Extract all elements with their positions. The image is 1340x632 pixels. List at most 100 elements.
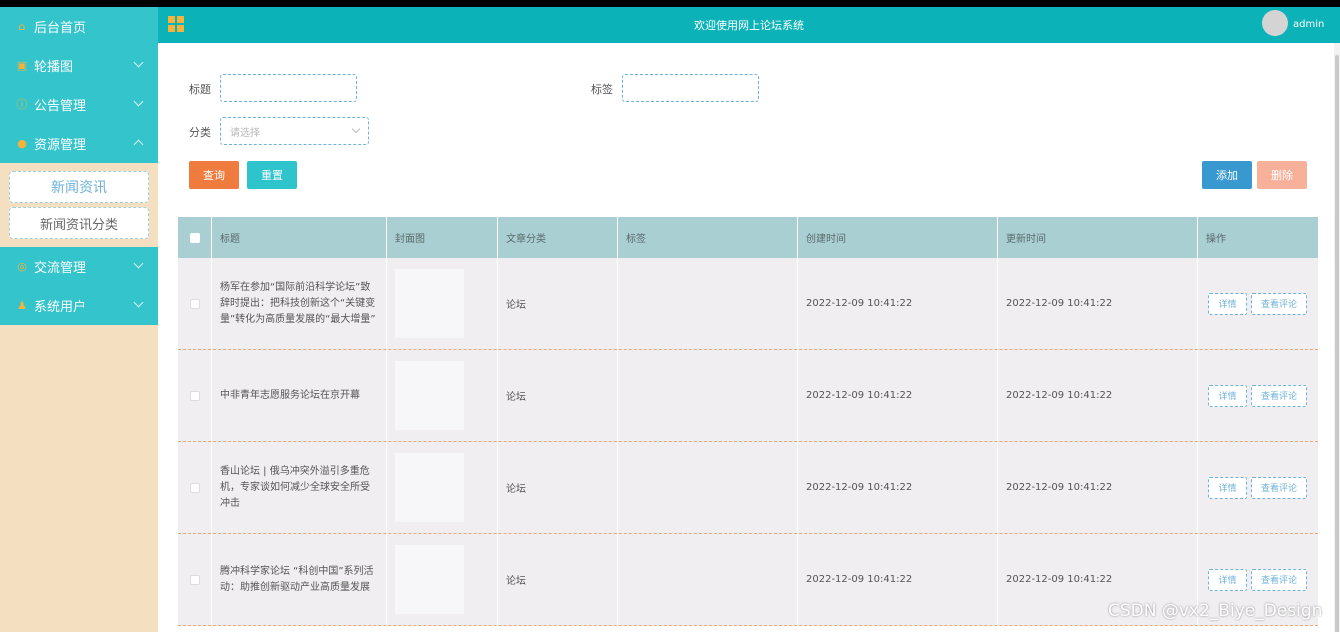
view-comments-button[interactable]: 查看评论 — [1251, 568, 1307, 591]
sidebar-item-users[interactable]: ♟ 系统用户 — [0, 286, 158, 325]
cover-image — [395, 545, 464, 614]
title-input[interactable] — [220, 74, 357, 102]
sidebar-item-resource[interactable]: ● 资源管理 — [0, 124, 158, 163]
category-placeholder: 请选择 — [230, 127, 260, 139]
chevron-down-icon — [351, 124, 361, 134]
avatar[interactable] — [1262, 10, 1288, 36]
chevron-down-icon — [133, 57, 144, 68]
select-all-cell — [178, 217, 212, 258]
chevron-down-icon — [133, 96, 144, 107]
row-created: 2022-12-09 10:41:22 — [798, 350, 998, 441]
chevron-down-icon — [133, 297, 144, 308]
top-black-bar — [0, 0, 1340, 7]
user-name[interactable]: admin — [1293, 19, 1324, 30]
sidebar-item-notice[interactable]: ⓘ 公告管理 — [0, 85, 158, 124]
delete-button[interactable]: 删除 — [1257, 161, 1307, 189]
row-updated: 2022-12-09 10:41:22 — [998, 350, 1198, 441]
row-updated: 2022-12-09 10:41:22 — [998, 442, 1198, 533]
select-all-checkbox[interactable] — [189, 232, 200, 243]
cover-image — [395, 361, 464, 430]
submenu-item-news-category[interactable]: 新闻资讯分类 — [9, 207, 149, 239]
submenu-item-label: 新闻资讯分类 — [39, 217, 118, 233]
sidebar-item-label: 轮播图 — [34, 60, 74, 75]
view-comments-button[interactable]: 查看评论 — [1251, 292, 1307, 315]
scrollbar-thumb[interactable] — [1335, 55, 1339, 632]
detail-button[interactable]: 详情 — [1208, 292, 1247, 315]
row-actions: 详情 查看评论 — [1198, 258, 1318, 349]
column-header[interactable]: 文章分类 — [498, 217, 618, 258]
row-title: 杨军在参加“国际前沿科学论坛”致辞时提出：把科技创新这个“关键变量”转化为高质量… — [212, 258, 387, 349]
row-created: 2022-12-09 10:41:22 — [798, 534, 998, 625]
category-select[interactable]: 请选择 — [220, 117, 369, 145]
column-header: 封面图 — [387, 217, 498, 258]
column-header[interactable]: 创建时间 — [798, 217, 998, 258]
add-button[interactable]: 添加 — [1202, 161, 1252, 189]
table-header: 标题 封面图 文章分类 标签 创建时间 更新时间 操作 — [178, 217, 1318, 258]
row-checkbox[interactable] — [189, 390, 200, 401]
detail-button[interactable]: 详情 — [1208, 384, 1247, 407]
vertical-scrollbar[interactable] — [1334, 43, 1340, 632]
user-icon: ♟ — [17, 298, 27, 312]
reset-button[interactable]: 重置 — [247, 161, 297, 189]
sidebar-item-label: 后台首页 — [34, 21, 87, 36]
watermark: CSDN @vx2_Biye_Design — [1108, 601, 1323, 621]
cover-image — [395, 269, 464, 338]
page-title: 欢迎使用网上论坛系统 — [694, 19, 804, 32]
row-tag — [618, 350, 798, 441]
row-actions: 详情 查看评论 — [1198, 442, 1318, 533]
cover-image — [395, 453, 464, 522]
detail-button[interactable]: 详情 — [1208, 568, 1247, 591]
row-category: 论坛 — [498, 442, 618, 533]
sidebar-item-label: 资源管理 — [34, 138, 87, 153]
sidebar-item-label: 公告管理 — [34, 99, 87, 114]
row-tag — [618, 442, 798, 533]
search-button[interactable]: 查询 — [189, 161, 239, 189]
submenu-item-label: 新闻资讯 — [51, 180, 107, 196]
sidebar-item-communication[interactable]: ◎ 交流管理 — [0, 247, 158, 286]
column-header: 操作 — [1206, 234, 1226, 245]
row-checkbox[interactable] — [189, 482, 200, 493]
sidebar-item-home[interactable]: ⌂ 后台首页 — [0, 7, 158, 46]
image-icon: ▣ — [16, 58, 28, 72]
tag-input[interactable] — [622, 74, 759, 102]
home-icon: ⌂ — [18, 19, 26, 33]
submenu-item-news[interactable]: 新闻资讯 — [9, 171, 149, 203]
row-title: 腾冲科学家论坛 “科创中国”系列活动：助推创新驱动产业高质量发展 — [212, 534, 387, 625]
chevron-up-icon — [133, 139, 144, 150]
tag-label: 标签 — [591, 83, 613, 96]
row-category: 论坛 — [498, 350, 618, 441]
news-table: 标题 封面图 文章分类 标签 创建时间 更新时间 操作 杨军在参加“国际前沿科学… — [178, 217, 1318, 626]
detail-button[interactable]: 详情 — [1208, 476, 1247, 499]
row-tag — [618, 534, 798, 625]
chevron-down-icon — [133, 258, 144, 269]
category-label: 分类 — [189, 126, 211, 139]
chat-icon: ◎ — [17, 259, 27, 273]
location-icon: ● — [17, 136, 27, 150]
row-title: 中非青年志愿服务论坛在京开幕 — [212, 350, 387, 441]
row-category: 论坛 — [498, 534, 618, 625]
row-category: 论坛 — [498, 258, 618, 349]
info-icon: ⓘ — [16, 97, 28, 111]
row-title: 香山论坛 | 俄乌冲突外溢引多重危机，专家谈如何减少全球安全所受冲击 — [212, 442, 387, 533]
row-checkbox[interactable] — [189, 298, 200, 309]
row-actions: 详情 查看评论 — [1198, 350, 1318, 441]
view-comments-button[interactable]: 查看评论 — [1251, 384, 1307, 407]
table-row: 香山论坛 | 俄乌冲突外溢引多重危机，专家谈如何减少全球安全所受冲击 论坛 20… — [178, 442, 1318, 534]
main-content: 标题 标签 分类 请选择 查询 重置 添加 删除 标题 封面图 文章分类 标签 … — [158, 43, 1334, 632]
column-header[interactable]: 标题 — [212, 217, 387, 258]
row-tag — [618, 258, 798, 349]
top-header: 欢迎使用网上论坛系统 admin — [158, 7, 1340, 43]
sidebar-item-carousel[interactable]: ▣ 轮播图 — [0, 46, 158, 85]
column-header[interactable]: 更新时间 — [998, 217, 1198, 258]
view-comments-button[interactable]: 查看评论 — [1251, 476, 1307, 499]
table-row: 中非青年志愿服务论坛在京开幕 论坛 2022-12-09 10:41:22 20… — [178, 350, 1318, 442]
title-label: 标题 — [189, 83, 211, 96]
row-updated: 2022-12-09 10:41:22 — [998, 258, 1198, 349]
row-checkbox[interactable] — [189, 574, 200, 585]
sidebar: ⌂ 后台首页 ▣ 轮播图 ⓘ 公告管理 ● 资源管理 新闻资讯 新闻资讯分类 ◎… — [0, 7, 158, 632]
resource-submenu: 新闻资讯 新闻资讯分类 — [0, 163, 158, 247]
column-header[interactable]: 标签 — [618, 217, 798, 258]
row-created: 2022-12-09 10:41:22 — [798, 258, 998, 349]
sidebar-item-label: 系统用户 — [34, 300, 87, 315]
row-created: 2022-12-09 10:41:22 — [798, 442, 998, 533]
